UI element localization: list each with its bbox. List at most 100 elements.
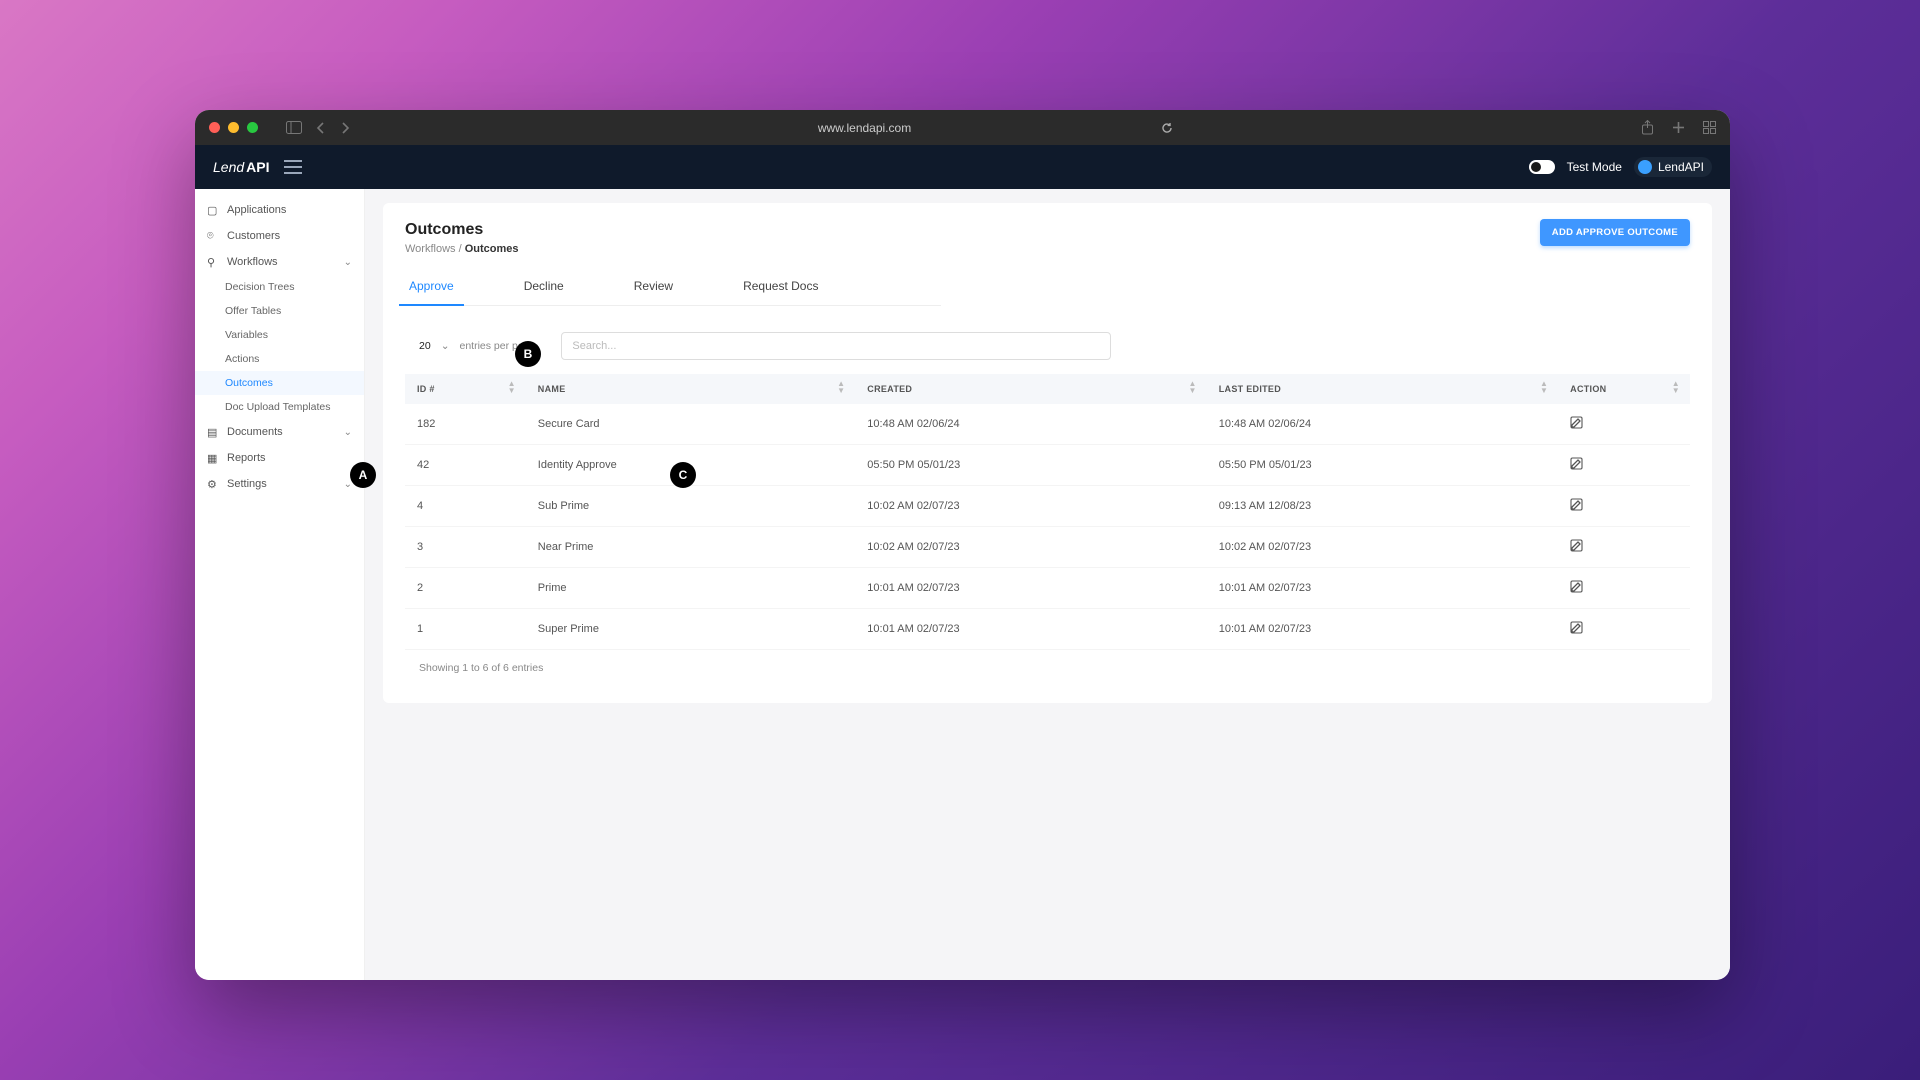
tab-approve[interactable]: Approve <box>405 269 458 305</box>
cell-name: Near Prime <box>526 527 855 568</box>
edit-icon[interactable] <box>1570 420 1583 432</box>
tabs-overview-icon[interactable] <box>1703 121 1716 134</box>
sidebar-sub-doc-upload[interactable]: Doc Upload Templates <box>195 395 364 419</box>
close-window-icon[interactable] <box>209 122 220 133</box>
col-name[interactable]: NAME▲▼ <box>526 374 855 404</box>
applications-icon: ▢ <box>207 204 219 216</box>
breadcrumb: Workflows / Outcomes <box>405 243 1690 255</box>
edit-icon[interactable] <box>1570 625 1583 637</box>
workflows-icon: ⚲ <box>207 256 219 268</box>
table-row[interactable]: 3Near Prime10:02 AM 02/07/2310:02 AM 02/… <box>405 527 1690 568</box>
browser-window: www.lendapi.com LendAPI Test Mode LendAP… <box>195 110 1730 980</box>
app-header: LendAPI Test Mode LendAPI <box>195 145 1730 189</box>
edit-icon[interactable] <box>1570 502 1583 514</box>
settings-icon: ⚙ <box>207 478 219 490</box>
breadcrumb-root[interactable]: Workflows <box>405 243 456 255</box>
cell-id: 4 <box>405 486 526 527</box>
tenant-menu[interactable]: LendAPI <box>1634 157 1712 177</box>
tab-request-docs[interactable]: Request Docs <box>739 269 822 305</box>
cell-id: 2 <box>405 568 526 609</box>
maximize-window-icon[interactable] <box>247 122 258 133</box>
sort-icon: ▲▼ <box>1672 380 1680 394</box>
test-mode-toggle[interactable] <box>1529 160 1555 174</box>
browser-chrome: www.lendapi.com <box>195 110 1730 145</box>
table-row[interactable]: 42Identity Approve05:50 PM 05/01/2305:50… <box>405 445 1690 486</box>
annotation-b: B <box>515 341 541 367</box>
breadcrumb-leaf: Outcomes <box>465 243 519 255</box>
reload-icon[interactable] <box>1161 122 1173 134</box>
table-footer: Showing 1 to 6 of 6 entries <box>405 662 1690 674</box>
documents-icon: ▤ <box>207 426 219 438</box>
sort-icon: ▲▼ <box>1189 380 1197 394</box>
outcomes-table: ID #▲▼ NAME▲▼ CREATED▲▼ LAST EDITED▲▼ AC… <box>405 374 1690 650</box>
sidebar-toggle-icon[interactable] <box>286 121 302 134</box>
address-bar[interactable]: www.lendapi.com <box>370 121 1621 135</box>
brand-logo[interactable]: LendAPI <box>213 159 270 175</box>
col-edited[interactable]: LAST EDITED▲▼ <box>1207 374 1558 404</box>
cell-created: 10:48 AM 02/06/24 <box>855 404 1206 445</box>
sidebar: ▢ Applications ⌾ Customers ⚲ Workflows ⌄… <box>195 189 365 980</box>
sidebar-sub-actions[interactable]: Actions <box>195 347 364 371</box>
add-approve-outcome-button[interactable]: ADD APPROVE OUTCOME <box>1540 219 1690 246</box>
chevron-down-icon: ⌄ <box>344 427 352 438</box>
sidebar-item-workflows[interactable]: ⚲ Workflows ⌄ <box>195 249 364 275</box>
col-id[interactable]: ID #▲▼ <box>405 374 526 404</box>
new-tab-icon[interactable] <box>1672 121 1685 134</box>
col-action[interactable]: ACTION▲▼ <box>1558 374 1690 404</box>
edit-icon[interactable] <box>1570 543 1583 555</box>
chevron-down-icon: ⌄ <box>344 257 352 268</box>
col-created[interactable]: CREATED▲▼ <box>855 374 1206 404</box>
sidebar-item-customers[interactable]: ⌾ Customers <box>195 223 364 249</box>
sidebar-sub-offer-tables[interactable]: Offer Tables <box>195 299 364 323</box>
sort-icon: ▲▼ <box>1540 380 1548 394</box>
cell-id: 182 <box>405 404 526 445</box>
sort-icon: ▲▼ <box>508 380 516 394</box>
tab-review[interactable]: Review <box>630 269 677 305</box>
sidebar-item-applications[interactable]: ▢ Applications <box>195 197 364 223</box>
share-icon[interactable] <box>1641 120 1654 135</box>
cell-id: 3 <box>405 527 526 568</box>
sidebar-item-settings[interactable]: ⚙ Settings ⌄ <box>195 471 364 497</box>
table-row[interactable]: 182Secure Card10:48 AM 02/06/2410:48 AM … <box>405 404 1690 445</box>
cell-created: 10:01 AM 02/07/23 <box>855 568 1206 609</box>
traffic-lights <box>209 122 258 133</box>
cell-created: 10:02 AM 02/07/23 <box>855 527 1206 568</box>
collapse-sidebar-icon[interactable] <box>284 160 302 174</box>
cell-created: 10:02 AM 02/07/23 <box>855 486 1206 527</box>
sidebar-sub-variables[interactable]: Variables <box>195 323 364 347</box>
edit-icon[interactable] <box>1570 584 1583 596</box>
sidebar-sub-decision-trees[interactable]: Decision Trees <box>195 275 364 299</box>
back-icon[interactable] <box>316 122 326 134</box>
search-input[interactable] <box>561 332 1111 360</box>
edit-icon[interactable] <box>1570 461 1583 473</box>
tabs: Approve Decline Review Request Docs <box>405 269 941 306</box>
sidebar-sub-outcomes[interactable]: Outcomes <box>195 371 364 395</box>
tab-decline[interactable]: Decline <box>520 269 568 305</box>
test-mode-label: Test Mode <box>1567 160 1622 174</box>
page-title: Outcomes <box>405 221 1690 239</box>
table-row[interactable]: 2Prime10:01 AM 02/07/2310:01 AM 02/07/23 <box>405 568 1690 609</box>
cell-edited: 10:02 AM 02/07/23 <box>1207 527 1558 568</box>
table-row[interactable]: 4Sub Prime10:02 AM 02/07/2309:13 AM 12/0… <box>405 486 1690 527</box>
sidebar-item-reports[interactable]: ▦ Reports <box>195 445 364 471</box>
cell-edited: 09:13 AM 12/08/23 <box>1207 486 1558 527</box>
cell-id: 1 <box>405 609 526 650</box>
table-row[interactable]: 1Super Prime10:01 AM 02/07/2310:01 AM 02… <box>405 609 1690 650</box>
main-canvas: ADD APPROVE OUTCOME Outcomes Workflows /… <box>365 189 1730 980</box>
tenant-avatar-icon <box>1638 160 1652 174</box>
forward-icon[interactable] <box>340 122 350 134</box>
chevron-down-icon: ⌄ <box>441 340 450 352</box>
reports-icon: ▦ <box>207 452 219 464</box>
annotation-c: C <box>670 462 696 488</box>
chrome-right-controls <box>1641 120 1716 135</box>
cell-edited: 10:01 AM 02/07/23 <box>1207 568 1558 609</box>
cell-edited: 05:50 PM 05/01/23 <box>1207 445 1558 486</box>
tenant-name: LendAPI <box>1658 160 1704 174</box>
cell-edited: 10:48 AM 02/06/24 <box>1207 404 1558 445</box>
cell-edited: 10:01 AM 02/07/23 <box>1207 609 1558 650</box>
browser-nav-controls <box>286 121 350 134</box>
url-text: www.lendapi.com <box>818 121 911 135</box>
sidebar-item-documents[interactable]: ▤ Documents ⌄ <box>195 419 364 445</box>
cell-name: Secure Card <box>526 404 855 445</box>
minimize-window-icon[interactable] <box>228 122 239 133</box>
